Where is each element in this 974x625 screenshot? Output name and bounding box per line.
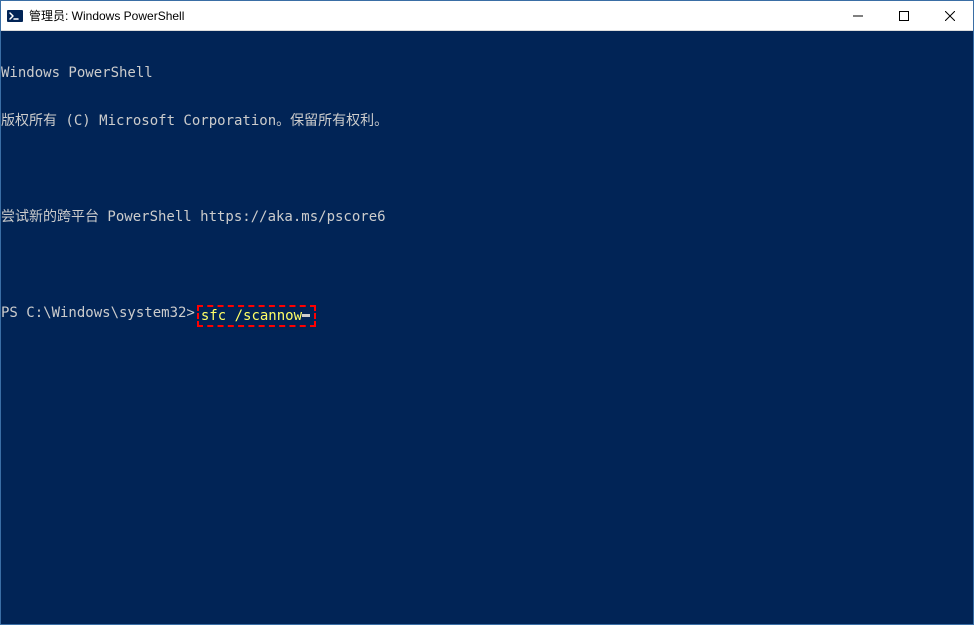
window-title: 管理员: Windows PowerShell <box>29 7 184 24</box>
minimize-button[interactable] <box>835 1 881 31</box>
prompt-text: PS C:\Windows\system32> <box>1 305 195 321</box>
prompt-line: PS C:\Windows\system32> sfc /scannow <box>1 305 973 327</box>
powershell-window: 管理员: Windows PowerShell Windows PowerShe… <box>0 0 974 625</box>
terminal-line: Windows PowerShell <box>1 65 973 81</box>
maximize-button[interactable] <box>881 1 927 31</box>
command-text: sfc /scannow <box>201 308 302 324</box>
terminal-line: 尝试新的跨平台 PowerShell https://aka.ms/pscore… <box>1 209 973 225</box>
terminal-line: 版权所有 (C) Microsoft Corporation。保留所有权利。 <box>1 113 973 129</box>
terminal-area[interactable]: Windows PowerShell 版权所有 (C) Microsoft Co… <box>1 31 973 624</box>
terminal-line <box>1 161 973 177</box>
window-controls <box>835 1 973 30</box>
titlebar[interactable]: 管理员: Windows PowerShell <box>1 1 973 31</box>
cursor <box>302 314 310 317</box>
terminal-line <box>1 257 973 273</box>
titlebar-left: 管理员: Windows PowerShell <box>7 7 184 24</box>
close-button[interactable] <box>927 1 973 31</box>
command-highlight-box: sfc /scannow <box>197 305 316 327</box>
powershell-icon <box>7 8 23 24</box>
